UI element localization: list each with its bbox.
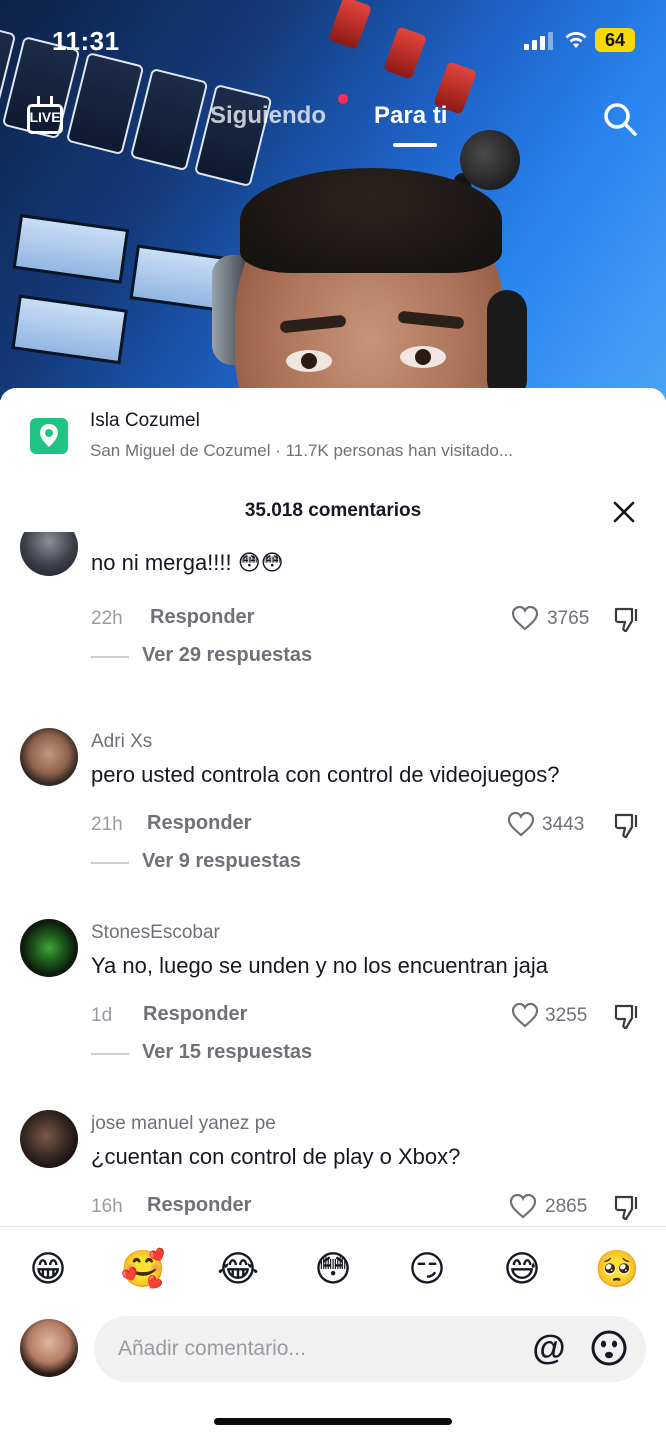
status-bar: 11:31 64	[0, 0, 666, 78]
location-name: Isla Cozumel	[90, 410, 200, 431]
heart-icon[interactable]	[508, 1192, 538, 1220]
map-pin-icon	[30, 418, 68, 454]
comment-text: no ni merga!!!! 😳😳	[91, 550, 284, 575]
replies-line	[91, 862, 129, 864]
location-card[interactable]: Isla Cozumel San Miguel de Cozumel · 11.…	[0, 388, 666, 480]
wifi-icon	[565, 32, 587, 48]
comment-age: 16h	[91, 1196, 123, 1217]
emoji-sweat-smile-button[interactable]: 😅	[499, 1246, 545, 1292]
comment-item: Adri Xs pero usted controla con control …	[0, 728, 666, 918]
emoji-laugh-button[interactable]: 😂	[215, 1246, 261, 1292]
eye	[286, 350, 332, 372]
comment-age: 22h	[91, 608, 123, 629]
emoji-grin-button[interactable]: 😁	[25, 1246, 71, 1292]
thumbs-down-icon[interactable]	[612, 810, 642, 840]
avatar[interactable]	[20, 532, 78, 576]
panel-button	[193, 83, 273, 188]
comment-count: 35.018 comentarios	[244, 500, 422, 521]
heart-icon[interactable]	[506, 810, 536, 838]
avatar[interactable]	[20, 919, 78, 977]
eye	[400, 346, 446, 368]
reply-button[interactable]: Responder	[147, 1194, 251, 1217]
thumbs-down-icon[interactable]	[612, 1192, 642, 1222]
my-avatar	[20, 1319, 78, 1377]
tab-following[interactable]: Siguiendo	[210, 102, 326, 130]
home-indicator[interactable]	[214, 1418, 452, 1425]
emoji-flushed-button[interactable]: 😳	[310, 1246, 356, 1292]
thumbs-down-icon[interactable]	[612, 1001, 642, 1031]
reply-button[interactable]: Responder	[147, 812, 251, 835]
like-count: 3443	[542, 814, 585, 835]
status-time: 11:31	[52, 26, 120, 56]
view-replies-button[interactable]: Ver 9 respuestas	[142, 850, 301, 873]
composer-divider	[0, 1226, 666, 1227]
comment-username[interactable]: Adri Xs	[91, 731, 152, 753]
notification-dot	[338, 94, 348, 104]
battery-indicator: 64	[595, 28, 635, 52]
search-icon[interactable]	[602, 101, 638, 137]
emoji-hearts-button[interactable]: 🥰	[120, 1246, 166, 1292]
comment-text: Ya no, luego se unden y no los encuentra…	[91, 953, 549, 978]
comment-item: StonesEscobar Ya no, luego se unden y no…	[0, 919, 666, 1109]
emoji-smirk-button[interactable]: 😏	[404, 1246, 450, 1292]
panel-button	[129, 67, 209, 172]
emoji-pleading-button[interactable]: 🥺	[594, 1246, 640, 1292]
heart-icon[interactable]	[510, 1001, 540, 1029]
comment-composer: @	[0, 1316, 666, 1386]
comments-header: 35.018 comentarios	[0, 496, 666, 532]
comment-username[interactable]: jose manuel yanez pe	[91, 1113, 276, 1135]
mention-icon[interactable]: @	[530, 1329, 568, 1367]
person-hair	[240, 168, 502, 273]
comment-age: 21h	[91, 814, 123, 835]
view-replies-button[interactable]: Ver 15 respuestas	[142, 1041, 312, 1064]
location-subtitle: San Miguel de Cozumel · 11.7K personas h…	[90, 441, 514, 460]
comments-sheet: Isla Cozumel San Miguel de Cozumel · 11.…	[0, 388, 666, 1440]
avatar[interactable]	[20, 728, 78, 786]
headset-ear-cup	[487, 290, 527, 400]
comment-list[interactable]: no ni merga!!!! 😳😳 22h Responder 3765 Ve…	[0, 532, 666, 1224]
reply-button[interactable]: Responder	[150, 606, 254, 629]
avatar[interactable]	[20, 1110, 78, 1168]
quick-emoji-bar: 😁 🥰 😂 😳 😏 😅 🥺	[0, 1246, 666, 1296]
replies-line	[91, 1053, 129, 1055]
headset-mic-tip	[460, 130, 520, 190]
live-icon[interactable]: LIVE	[25, 96, 65, 136]
comment-text: ¿cuentan con control de play o Xbox?	[91, 1144, 461, 1169]
like-count: 3255	[545, 1005, 588, 1026]
emoji-picker-icon[interactable]	[590, 1329, 628, 1367]
comment-age: 1d	[91, 1005, 113, 1026]
comment-item: jose manuel yanez pe ¿cuentan con contro…	[0, 1110, 666, 1224]
cellular-signal-icon	[524, 32, 554, 50]
heart-icon[interactable]	[510, 604, 540, 632]
active-tab-indicator	[393, 143, 437, 147]
close-icon[interactable]	[612, 500, 636, 524]
like-count: 2865	[545, 1196, 588, 1217]
window-pane	[11, 294, 128, 365]
replies-line	[91, 656, 129, 658]
view-replies-button[interactable]: Ver 29 respuestas	[142, 644, 312, 667]
comment-text: pero usted controla con control de video…	[91, 762, 560, 787]
comment-username[interactable]: StonesEscobar	[91, 922, 220, 944]
tab-for-you[interactable]: Para ti	[374, 102, 447, 130]
live-label: LIVE	[29, 109, 61, 125]
comment-item: no ni merga!!!! 😳😳 22h Responder 3765 Ve…	[0, 532, 666, 712]
like-count: 3765	[547, 608, 590, 629]
thumbs-down-icon[interactable]	[612, 604, 642, 634]
reply-button[interactable]: Responder	[143, 1003, 247, 1026]
